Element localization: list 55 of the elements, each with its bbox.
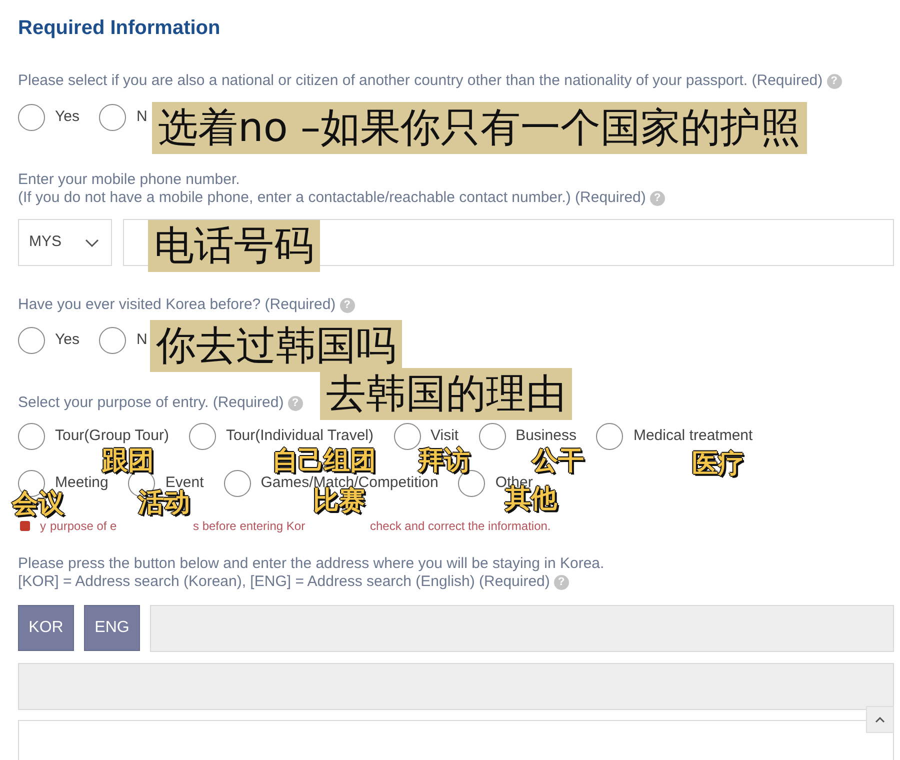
address-search-button[interactable]: KOR xyxy=(18,605,74,651)
question-label: Select your purpose of entry. (Required) xyxy=(18,394,284,412)
error-message: y xyxy=(40,518,46,535)
radio-button[interactable] xyxy=(99,327,126,354)
annotation-label: 医疗 xyxy=(692,449,744,479)
section-title: Required Information xyxy=(18,16,222,40)
option-label: N xyxy=(136,330,148,350)
address-field[interactable] xyxy=(18,720,894,760)
annotation-label: 自己组团 xyxy=(272,446,376,476)
annotation-banner: 去韩国的理由 xyxy=(320,368,572,420)
chevron-down-icon xyxy=(85,238,99,246)
question-label: Please press the button below and enter the address where you will be staying in Korea. xyxy=(18,555,604,573)
error-message: s before entering Kor xyxy=(193,518,306,535)
option-label: Tour(Individual Travel) xyxy=(226,426,374,446)
help-icon[interactable]: ? xyxy=(340,298,355,312)
option-label: Yes xyxy=(55,330,80,350)
question-label: (If you do not have a mobile phone, enter a contactable/reachable contact number.) (Required) xyxy=(18,189,646,207)
annotation-label: 会议 xyxy=(12,489,64,519)
error-message: check and correct the information. xyxy=(370,518,551,535)
chevron-up-icon xyxy=(875,716,885,722)
country-code-select[interactable]: MYS xyxy=(18,219,112,266)
error-icon xyxy=(20,521,30,531)
option-label: Meeting xyxy=(55,473,108,492)
annotation-label: 拜访 xyxy=(418,446,470,476)
help-icon[interactable]: ? xyxy=(554,574,569,590)
radio-button[interactable] xyxy=(18,327,45,354)
question-label: [KOR] = Address search (Korean), [ENG] = Address search (English) (Required) xyxy=(18,573,550,591)
annotation-banner: 选着no –如果你只有一个国家的护照 xyxy=(152,102,807,154)
radio-button[interactable] xyxy=(18,423,45,450)
radio-button[interactable] xyxy=(18,104,45,131)
option-label: N xyxy=(136,107,148,128)
annotation-banner: 电话号码 xyxy=(148,220,320,272)
option-label: Medical treatment xyxy=(633,426,753,446)
question-label: Please select if you are also a national or citizen of another country other than the nationality of your passport. (Required) xyxy=(18,72,823,90)
annotation-banner: 你去过韩国吗 xyxy=(150,320,402,372)
help-icon[interactable]: ? xyxy=(288,396,303,410)
address-search-button[interactable]: ENG xyxy=(84,605,140,651)
radio-button[interactable] xyxy=(188,423,216,450)
option-label: Business xyxy=(516,426,576,446)
radio-button[interactable] xyxy=(99,104,126,131)
question-label: Enter your mobile phone number. xyxy=(18,171,240,189)
error-message: purpose of e xyxy=(50,518,117,535)
annotation-label: 公干 xyxy=(532,446,584,476)
radio-button[interactable] xyxy=(224,470,251,497)
option-label: Tour(Group Tour) xyxy=(55,426,169,446)
help-icon[interactable]: ? xyxy=(826,74,842,88)
help-icon[interactable]: ? xyxy=(650,190,665,206)
option-label: Visit xyxy=(430,426,459,446)
radio-button[interactable] xyxy=(478,423,506,450)
option-label: Yes xyxy=(55,107,80,128)
scroll-top-button[interactable] xyxy=(866,706,894,733)
annotation-label: 跟团 xyxy=(102,446,154,476)
radio-button[interactable] xyxy=(596,423,624,450)
annotation-label: 活动 xyxy=(138,488,190,518)
question-label: Have you ever visited Korea before? (Required) xyxy=(18,296,336,314)
